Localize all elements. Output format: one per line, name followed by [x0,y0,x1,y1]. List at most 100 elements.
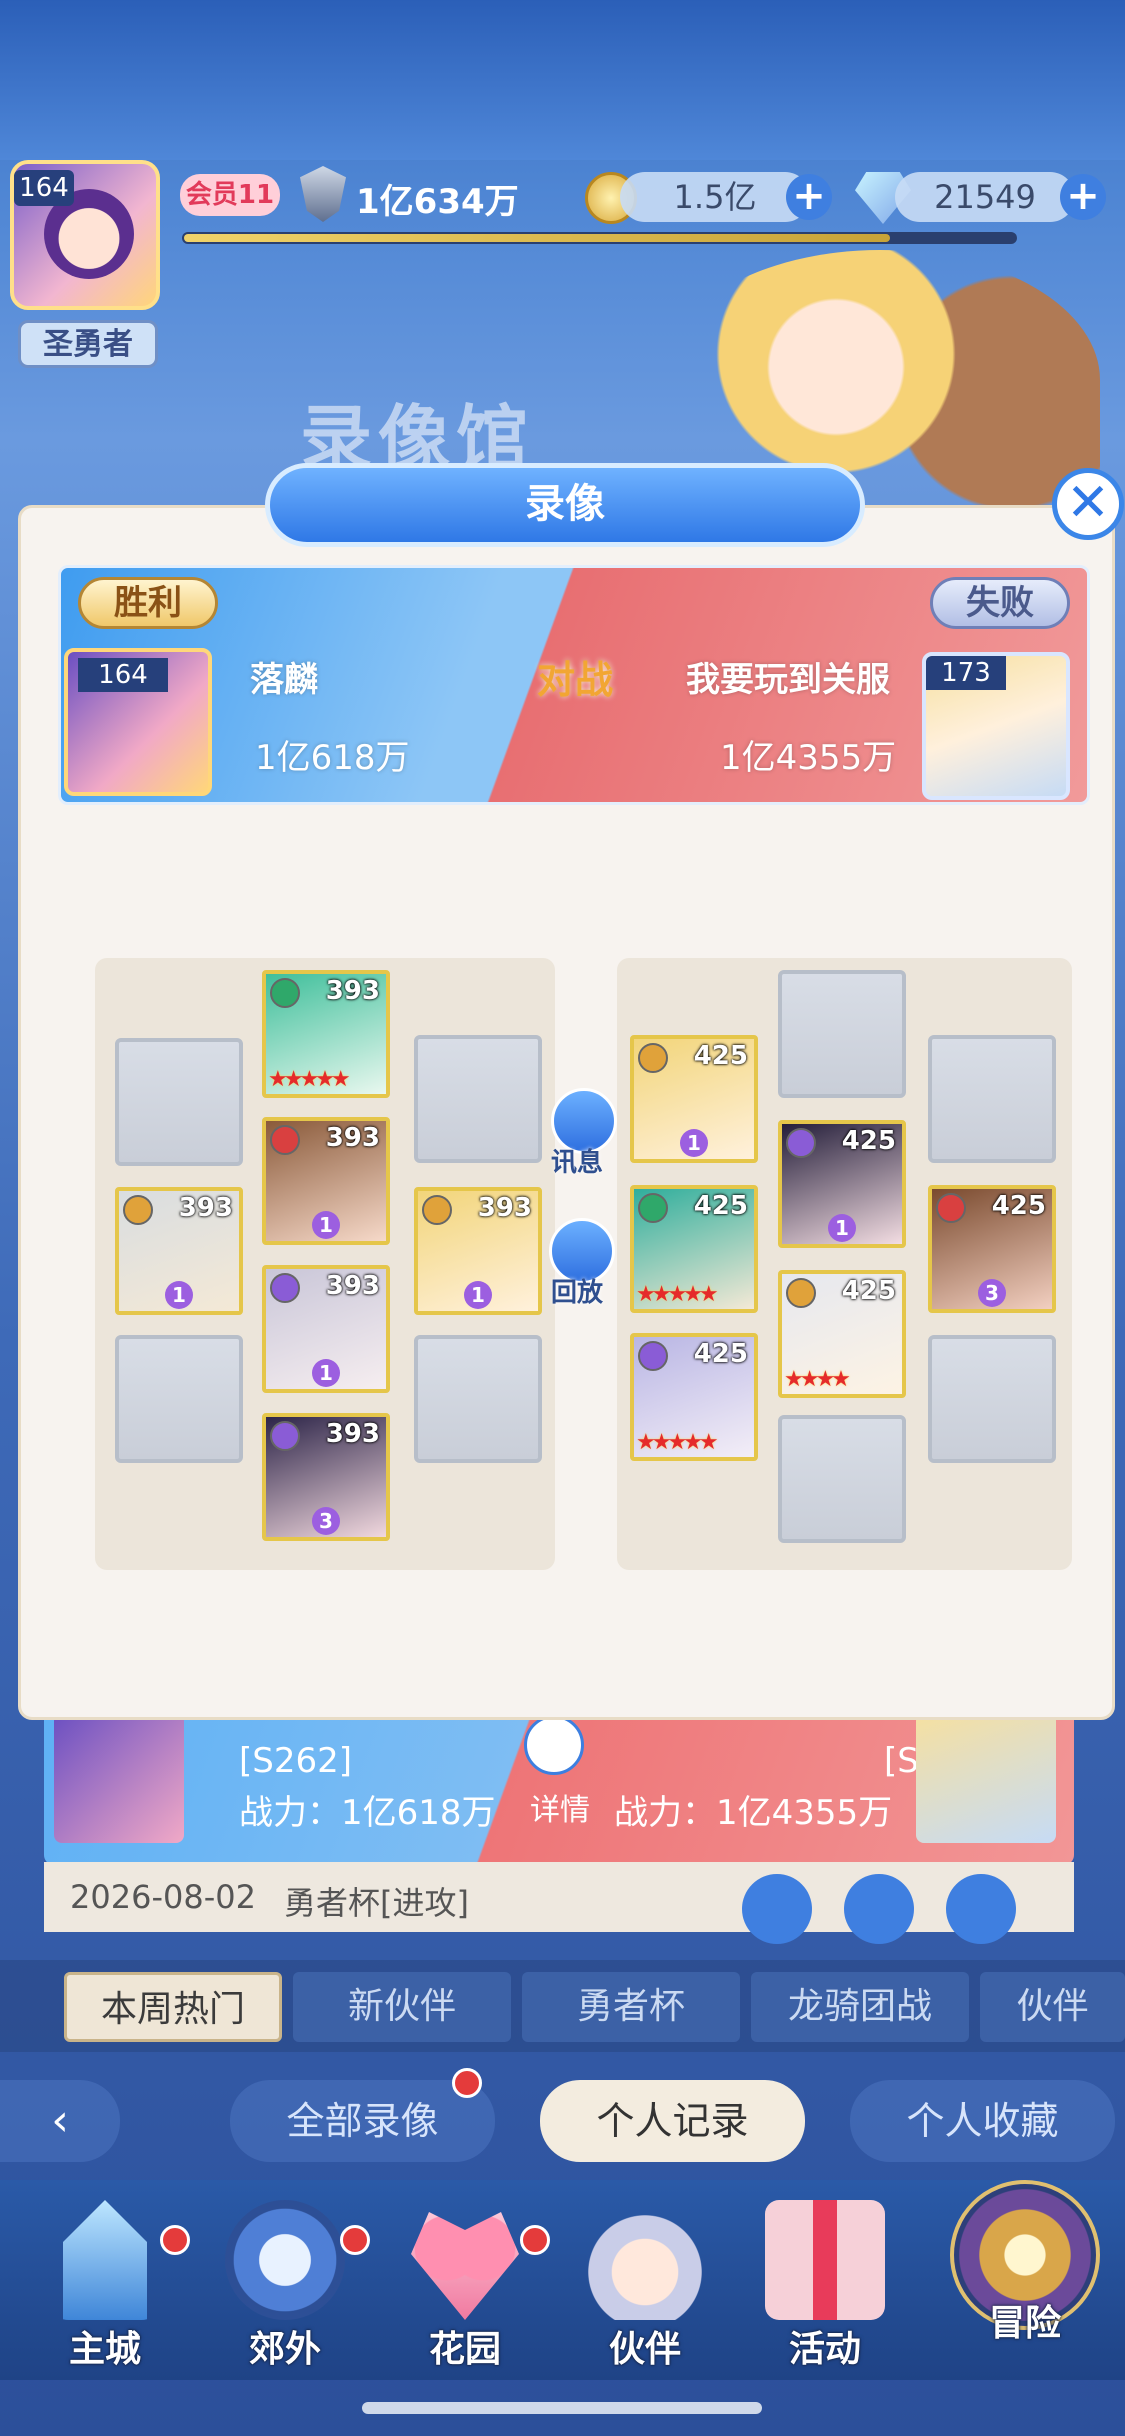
xp-bar-fill [184,234,890,242]
gem-amount: 21549 [895,172,1075,222]
add-coin-button[interactable]: + [786,174,832,220]
home-indicator [362,2402,762,2414]
add-gem-button[interactable]: + [1060,174,1106,220]
element-icon [786,1128,816,1158]
record-card-footer: 2026-08-02 勇者杯[进攻] [44,1862,1074,1944]
hero-level: 393 [178,1193,233,1223]
hero-level: 425 [841,1126,896,1156]
hexagram-icon [225,2200,345,2320]
right-team-hero-card[interactable]: 425 ★★★★ [778,1270,906,1398]
filter-personal-favorites[interactable]: 个人收藏 [850,2080,1115,2162]
right-team-hero-card[interactable]: 425 1 [630,1035,758,1163]
record-date: 2026-08-02 [70,1878,256,1916]
hero-level: 425 [693,1041,748,1071]
gift-box-icon [765,2200,885,2320]
nav-partner[interactable]: 伙伴 [560,2200,730,2380]
player-level: 164 [14,170,74,206]
element-icon [638,1193,668,1223]
empty-slot [414,1035,542,1163]
left-team-hero-card[interactable]: 393 ★★★★★ [262,970,390,1098]
back-arrow-icon[interactable]: ‹ [0,2080,120,2162]
element-icon [270,1125,300,1155]
detail-icon[interactable] [524,1715,584,1775]
right-player-level: 173 [926,656,1006,690]
left-player-name: 落麟 [250,660,318,700]
empty-slot [928,1335,1056,1463]
nav-garden[interactable]: 花园 [380,2200,550,2380]
player-power: 1亿634万 [356,182,519,222]
tab-dragon-war[interactable]: 龙骑团战 [751,1972,969,2042]
close-button[interactable]: ✕ [1052,468,1124,540]
record-left-server: [S262] [239,1741,353,1781]
hero-star-badge: 1 [828,1214,856,1242]
hero-star-badge: 1 [312,1211,340,1239]
tab-partner[interactable]: 伙伴 [980,1972,1125,2042]
empty-slot [115,1335,243,1463]
hero-stars: ★★★★ [784,1367,851,1392]
right-team-hero-card[interactable]: 425 1 [778,1120,906,1248]
castle-icon [63,2200,147,2320]
element-icon [936,1193,966,1223]
nav-suburbs[interactable]: 郊外 [200,2200,370,2380]
left-team-hero-card[interactable]: 393 3 [262,1413,390,1541]
right-player-avatar[interactable]: 173 [922,652,1070,800]
hero-stars: ★★★★★ [268,1067,351,1092]
element-icon [638,1341,668,1371]
nav-label: 主城 [68,2329,141,2370]
power-icon [300,166,346,222]
tab-new-partner[interactable]: 新伙伴 [293,1972,511,2042]
notification-dot [340,2225,370,2255]
record-left-power: 战力：1亿618万 [239,1793,496,1833]
hero-star-badge: 1 [680,1129,708,1157]
heart-garden-icon [411,2212,519,2320]
right-team-hero-card[interactable]: 425 ★★★★★ [630,1333,758,1461]
hero-star-badge: 1 [165,1281,193,1309]
replay-button-label[interactable]: 回放 [551,1272,603,1309]
element-icon [270,1273,300,1303]
nav-main-city[interactable]: 主城 [20,2200,190,2380]
partner-portrait-icon [585,2200,705,2320]
tab-hero-cup[interactable]: 勇者杯 [522,1972,740,2042]
empty-slot [778,970,906,1098]
hero-stars: ★★★★★ [636,1430,719,1455]
player-title-badge: 圣勇者 [18,320,158,368]
notification-dot [160,2225,190,2255]
record-card[interactable]: [S262] 战力：1亿618万 详情 [S262] 战力：1亿4355万 [44,1705,1074,1865]
tab-hot-weekly[interactable]: 本周热门 [64,1972,282,2042]
hero-stars: ★★★★★ [636,1282,719,1307]
nav-label: 活动 [788,2329,861,2370]
share-icon[interactable] [742,1874,812,1944]
hero-level: 425 [841,1276,896,1306]
result-lose-badge: 失败 [930,577,1070,629]
hero-level: 393 [477,1193,532,1223]
left-team-hero-card[interactable]: 393 1 [414,1187,542,1315]
right-player-power: 1亿4355万 [720,738,897,778]
nav-label: 伙伴 [608,2329,681,2370]
element-icon [270,978,300,1008]
nav-label: 郊外 [248,2329,321,2370]
modal-title: 录像 [265,463,865,547]
record-detail-label[interactable]: 详情 [530,1785,590,1829]
empty-slot [778,1415,906,1543]
like-icon[interactable] [844,1874,914,1944]
hero-level: 393 [325,1419,380,1449]
empty-slot [414,1335,542,1463]
vip-badge[interactable]: 会员11 [180,174,280,216]
nav-activity[interactable]: 活动 [740,2200,910,2380]
record-left-avatar [54,1713,184,1843]
left-team-hero-card[interactable]: 393 1 [115,1187,243,1315]
element-icon [638,1043,668,1073]
result-win-badge: 胜利 [78,577,218,629]
favorite-star-icon[interactable] [946,1874,1016,1944]
left-player-avatar[interactable]: 164 [64,648,212,796]
nav-adventure[interactable]: 冒险 [935,2180,1115,2360]
right-team-hero-card[interactable]: 425 3 [928,1185,1056,1313]
left-team-hero-card[interactable]: 393 1 [262,1265,390,1393]
right-team-hero-card[interactable]: 425 ★★★★★ [630,1185,758,1313]
element-icon [786,1278,816,1308]
left-team-hero-card[interactable]: 393 1 [262,1117,390,1245]
hero-level: 393 [325,1271,380,1301]
hero-star-badge: 3 [978,1279,1006,1307]
info-button-label[interactable]: 讯息 [551,1142,603,1179]
filter-personal-records[interactable]: 个人记录 [540,2080,805,2162]
